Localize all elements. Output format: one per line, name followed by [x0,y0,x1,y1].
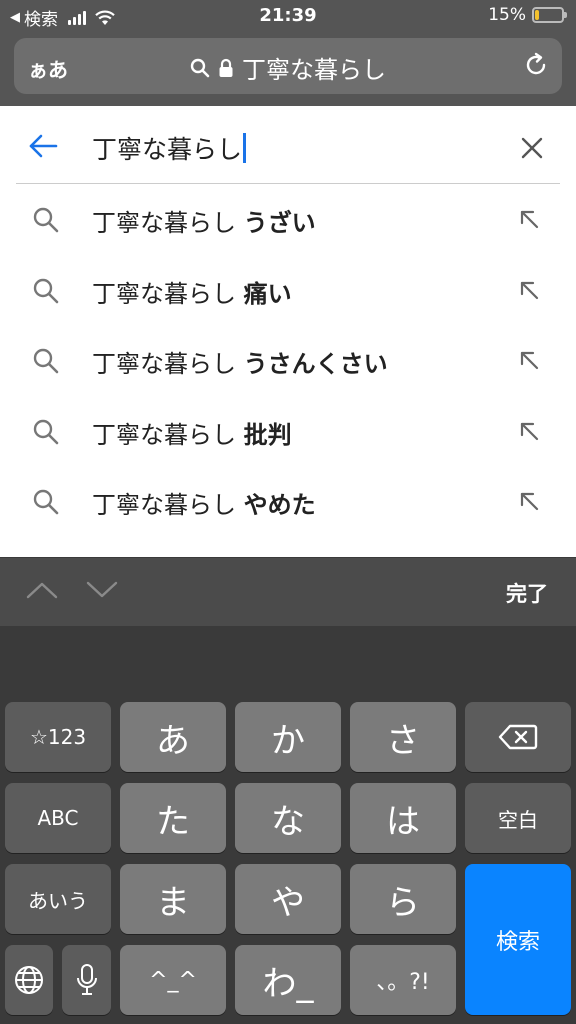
suggestion-text: 丁寧な暮らし うさんくさい [92,350,388,378]
search-suggestion-panel: 丁寧な暮らし 丁寧な暮らし うざい 丁寧な暮らし 痛い 丁寧な暮らし うさんくさ… [0,106,576,557]
space-key[interactable]: 空白 [465,783,571,853]
key-abc[interactable]: ABC [5,783,111,853]
key-ka[interactable]: か [235,702,341,772]
fill-query-arrow-icon[interactable] [518,349,540,371]
suggestion-list: 丁寧な暮らし うざい 丁寧な暮らし 痛い 丁寧な暮らし うさんくさい 丁寧な暮ら… [0,184,576,537]
key-numbers-symbols[interactable]: ☆123 [5,702,111,772]
search-key[interactable]: 検索 [465,864,571,1015]
browser-toolbar: ぁあ 丁寧な暮らし [0,32,576,106]
backspace-key[interactable] [465,702,571,772]
suggestion-item[interactable]: 丁寧な暮らし うさんくさい [0,325,576,396]
globe-key[interactable] [5,945,53,1015]
suggestion-item[interactable]: 丁寧な暮らし 批判 [0,396,576,467]
chevron-down-icon[interactable] [86,580,118,600]
suggestion-text: 丁寧な暮らし 批判 [92,420,292,449]
done-button[interactable]: 完了 [506,578,548,608]
key-a[interactable]: あ [120,702,226,772]
search-input[interactable]: 丁寧な暮らし [92,130,247,166]
search-icon [190,58,210,77]
reload-icon[interactable] [522,51,550,79]
suggestion-item[interactable]: 丁寧な暮らし うざい [0,184,576,255]
key-aiu[interactable]: あいう [5,864,111,934]
search-field-row: 丁寧な暮らし [0,106,576,184]
status-bar: ◀ 検索 21:39 15% [0,0,576,32]
japanese-keyboard: ☆123 あ か さ ABC た な は 空白 あいう ま や ら 検索 ^_^… [0,626,576,1024]
lock-icon [219,58,233,77]
fill-query-arrow-icon[interactable] [518,279,540,301]
search-icon [33,489,59,515]
key-ra[interactable]: ら [350,864,456,934]
key-ta[interactable]: た [120,783,226,853]
url-text: 丁寧な暮らし [242,56,386,84]
key-wa[interactable]: わ_ [235,945,341,1015]
dictation-key[interactable] [62,945,111,1015]
key-ya[interactable]: や [235,864,341,934]
battery-level-fill [535,10,539,20]
url-bar[interactable]: ぁあ 丁寧な暮らし [14,38,562,94]
search-icon [33,348,59,374]
key-punctuation[interactable]: 、。?! [350,945,456,1015]
search-input-value: 丁寧な暮らし [92,135,243,164]
chevron-up-icon[interactable] [26,580,58,600]
clear-icon[interactable] [520,136,544,160]
search-icon [33,419,59,444]
microphone-icon [76,964,97,995]
fill-query-arrow-icon[interactable] [518,490,540,512]
key-na[interactable]: な [235,783,341,853]
fill-query-arrow-icon[interactable] [518,208,540,230]
key-emoticon[interactable]: ^_^ [120,945,226,1015]
key-ha[interactable]: は [350,783,456,853]
suggestion-text: 丁寧な暮らし うざい [92,209,316,237]
search-icon [33,207,59,233]
suggestion-item[interactable]: 丁寧な暮らし やめた [0,466,576,537]
backspace-icon [498,724,538,750]
suggestion-item[interactable]: 丁寧な暮らし 痛い [0,255,576,326]
fill-query-arrow-icon[interactable] [518,420,540,442]
battery-percent: 15% [488,5,526,25]
key-ma[interactable]: ま [120,864,226,934]
suggestion-text: 丁寧な暮らし やめた [92,491,316,519]
globe-icon [15,966,43,994]
keyboard-accessory-bar: 完了 [0,557,576,626]
text-caret [243,133,247,163]
battery-icon [532,7,567,23]
back-arrow-icon[interactable] [28,134,58,158]
suggestion-text: 丁寧な暮らし 痛い [92,279,292,308]
key-sa[interactable]: さ [350,702,456,772]
search-icon [33,278,59,303]
